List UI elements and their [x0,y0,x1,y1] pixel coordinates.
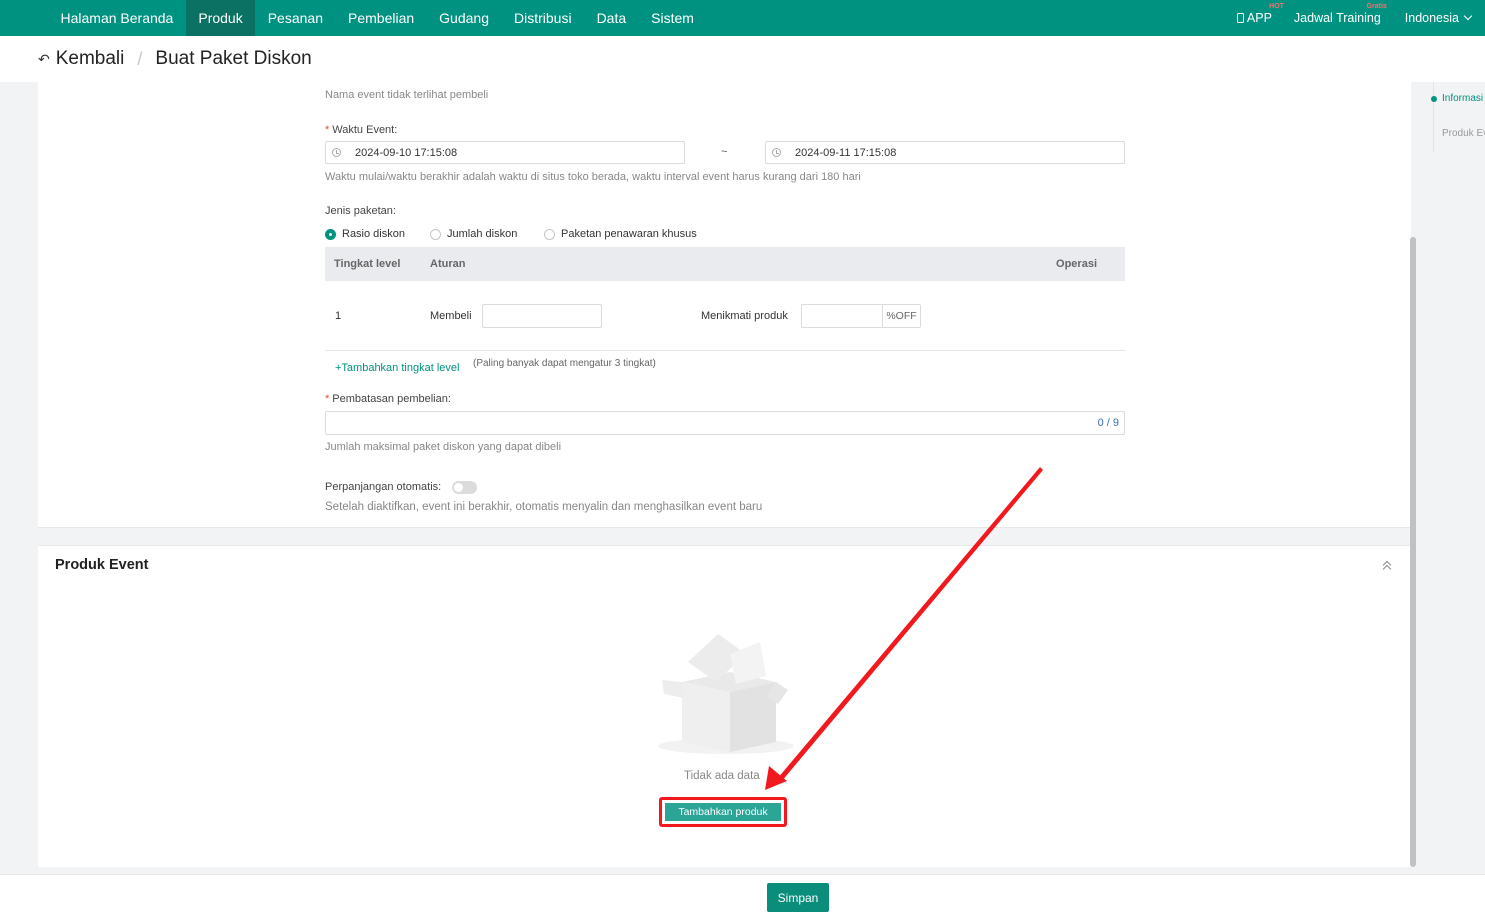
tier-table-header: Tingkat level Aturan Operasi [325,247,1125,281]
anchor-line [1433,82,1434,152]
row-level: 1 [335,310,342,322]
top-navigation: Halaman Beranda Produk Pesanan Pembelian… [0,0,1485,36]
collapse-icon[interactable] [1383,561,1391,569]
auto-renew-hint: Setelah diaktifkan, event ini berakhir, … [325,501,763,513]
nav-item-distribusi[interactable]: Distribusi [501,0,584,36]
radio-unchecked-icon [544,228,555,240]
breadcrumb: ↶ Kembali / Buat Paket Diskon [0,36,1485,82]
name-hint: Nama event tidak terlihat pembeli [325,89,489,101]
purchase-limit-hint: Jumlah maksimal paket diskon yang dapat … [325,441,562,453]
time-hint: Waktu mulai/waktu berakhir adalah waktu … [325,171,861,183]
language-label: Indonesia [1404,11,1459,25]
end-time-input[interactable]: 2024-09-11 17:15:08 [765,141,1125,164]
event-info-card: Nama event tidak terlihat pembeli * Waktu… [38,82,1411,528]
table-row: 1 Membeli Menikmati produk %OFF [325,281,1125,351]
add-product-highlight: Tambahkan produk [659,797,787,827]
gratis-badge: Gratis [1366,3,1387,10]
time-separator: ~ [721,146,728,158]
section-anchor-nav: Informasi Produk Event [1431,82,1485,152]
app-link[interactable]: APP HOT [1236,3,1284,25]
header-tingkat-level: Tingkat level [334,258,401,270]
chevron-down-icon [1463,11,1473,21]
back-link[interactable]: Kembali [56,48,125,70]
training-label: Jadwal Training [1293,11,1381,25]
training-link[interactable]: Jadwal Training Gratis [1293,3,1387,25]
empty-box-icon [658,634,793,754]
add-level-link[interactable]: +Tambahkan tingkat level [335,358,459,376]
anchor-active-dot [1431,96,1437,102]
app-label: APP [1246,11,1272,25]
empty-state-text: Tidak ada data [684,770,760,782]
clock-icon [332,148,341,157]
purchase-limit-input[interactable]: 0 / 9 [325,411,1125,435]
char-counter: 0 / 9 [1097,417,1119,429]
language-selector[interactable]: Indonesia [1404,11,1473,25]
main-menu: Halaman Beranda Produk Pesanan Pembelian… [0,0,706,36]
add-level-hint: (Paling banyak dapat mengatur 3 tingkat) [473,358,656,369]
nav-item-pembelian[interactable]: Pembelian [336,0,427,36]
back-icon[interactable]: ↶ [38,51,50,68]
time-label: * Waktu Event: [325,124,398,136]
radio-unchecked-icon [430,228,441,240]
buy-label: Membeli [430,310,472,322]
enjoy-label: Menikmati produk [701,310,788,322]
top-right-actions: APP HOT Jadwal Training Gratis Indonesia [1219,0,1485,36]
auto-renew-label: Perpanjangan otomatis: [325,481,442,493]
radio-paketan-penawaran-khusus[interactable]: Paketan penawaran khusus [544,228,697,240]
scrollbar-thumb[interactable] [1410,237,1416,867]
hot-badge: HOT [1269,3,1284,10]
event-products-card: Produk Event Tidak ada data Tambahkan pr… [38,545,1411,867]
header-aturan: Aturan [430,258,466,270]
purchase-limit-label: * Pembatasan pembelian: [325,393,451,405]
package-type-label: Jenis paketan: [325,205,396,217]
radio-rasio-diskon[interactable]: Rasio diskon [325,228,405,240]
clock-icon [772,148,781,157]
discount-percent-input[interactable]: %OFF [801,304,921,328]
anchor-item-produk-event[interactable]: Produk Event [1442,128,1485,139]
scrollbar[interactable] [1409,82,1418,868]
nav-item-produk[interactable]: Produk [185,0,256,36]
nav-item-pesanan[interactable]: Pesanan [255,0,335,36]
percent-off-suffix: %OFF [882,305,920,327]
start-time-value: 2024-09-10 17:15:08 [355,146,458,159]
buy-quantity-input[interactable] [482,304,602,328]
radio-checked-icon [325,228,336,240]
nav-item-halaman-beranda[interactable]: Halaman Beranda [48,0,186,36]
breadcrumb-separator: / [137,48,143,69]
section-title: Produk Event [55,557,149,573]
add-product-button[interactable]: Tambahkan produk [665,803,781,821]
radio-jumlah-diskon[interactable]: Jumlah diskon [430,228,517,240]
save-button[interactable]: Simpan [767,883,829,912]
start-time-input[interactable]: 2024-09-10 17:15:08 [325,141,685,164]
footer-bar: Simpan [0,874,1485,913]
header-operasi: Operasi [1056,258,1097,270]
phone-icon [1236,13,1244,23]
page-title: Buat Paket Diskon [155,48,312,69]
auto-renew-toggle[interactable] [452,481,477,494]
nav-item-sistem[interactable]: Sistem [639,0,707,36]
anchor-item-informasi[interactable]: Informasi [1442,93,1485,104]
nav-item-data[interactable]: Data [584,0,639,36]
nav-item-gudang[interactable]: Gudang [427,0,502,36]
end-time-value: 2024-09-11 17:15:08 [795,146,897,159]
